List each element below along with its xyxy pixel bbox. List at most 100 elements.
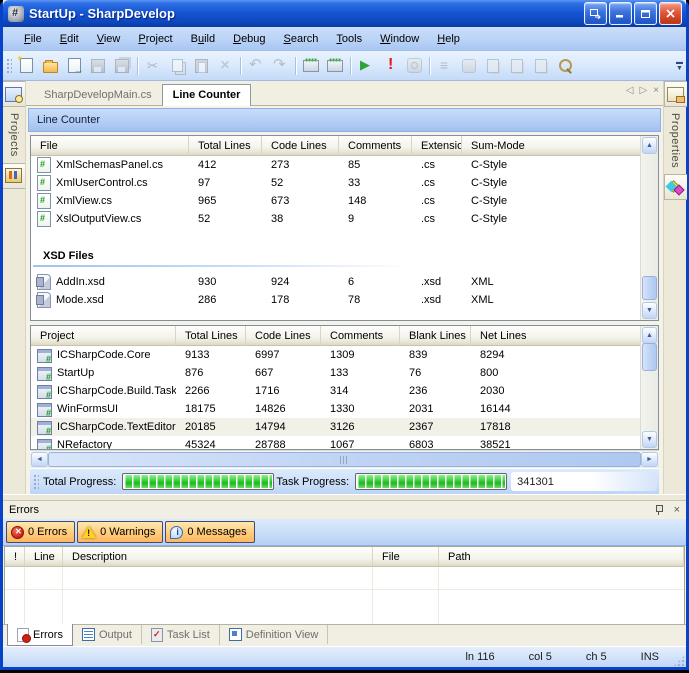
table-row[interactable]: StartUp 876 667 133 76 800 bbox=[31, 364, 641, 382]
bottom-tab[interactable]: Output bbox=[73, 625, 142, 644]
close-button[interactable] bbox=[659, 2, 682, 25]
column-header[interactable]: Code Lines bbox=[246, 326, 321, 346]
classes-pane-tab[interactable] bbox=[664, 174, 687, 200]
scroll-down-icon[interactable]: ▼ bbox=[642, 431, 657, 448]
toolbar-button[interactable] bbox=[402, 54, 426, 77]
toolbar-button[interactable] bbox=[529, 54, 553, 77]
properties-pane-label[interactable]: Properties bbox=[669, 107, 681, 174]
table-row[interactable]: AddIn.xsd 930 924 6 .xsd XML bbox=[31, 273, 641, 291]
tools-pane-tab[interactable] bbox=[3, 163, 26, 189]
column-header[interactable]: Comments bbox=[339, 136, 412, 156]
column-header[interactable]: ! bbox=[5, 547, 25, 567]
toolbar-button[interactable] bbox=[481, 54, 505, 77]
column-header[interactable]: Blank Lines bbox=[400, 326, 471, 346]
column-header[interactable]: Project bbox=[31, 326, 176, 346]
table-row[interactable]: XmlSchemasPanel.cs 412 273 85 .cs C-Styl… bbox=[31, 156, 641, 174]
toolbar-button[interactable] bbox=[378, 54, 402, 77]
scroll-up-icon[interactable]: ▲ bbox=[642, 327, 657, 344]
toolbar-button[interactable] bbox=[505, 54, 529, 77]
column-header[interactable]: File bbox=[373, 547, 439, 567]
column-header[interactable]: Total Lines bbox=[189, 136, 262, 156]
scroll-up-icon[interactable]: ▲ bbox=[642, 137, 657, 154]
column-header[interactable]: Description bbox=[63, 547, 373, 567]
column-header[interactable]: File bbox=[31, 136, 189, 156]
projects-pane-tab[interactable] bbox=[3, 81, 26, 107]
pin-icon[interactable] bbox=[654, 505, 664, 515]
menu-item[interactable]: Build bbox=[182, 30, 224, 48]
scroll-left-icon[interactable]: ◄ bbox=[31, 452, 48, 467]
properties-pane-tab[interactable] bbox=[664, 81, 687, 107]
column-header[interactable]: Comments bbox=[321, 326, 400, 346]
menu-item[interactable]: Edit bbox=[51, 30, 88, 48]
toolbar-button[interactable] bbox=[553, 54, 577, 77]
document-tab[interactable]: Line Counter bbox=[162, 84, 252, 106]
menu-item[interactable]: View bbox=[88, 30, 130, 48]
toolbar-button[interactable] bbox=[323, 54, 347, 77]
file-table-scrollbar[interactable]: ▲ ▼ bbox=[640, 136, 658, 320]
toolbar-overflow-button[interactable]: ▬▼ bbox=[674, 53, 685, 78]
tab-scroll-right-icon[interactable]: ▷ bbox=[639, 85, 647, 96]
panel-close-icon[interactable]: × bbox=[674, 505, 680, 515]
projects-pane-label[interactable]: Projects bbox=[8, 107, 20, 163]
toolbar-button[interactable] bbox=[268, 54, 292, 77]
toolbar-button[interactable] bbox=[189, 54, 213, 77]
column-header[interactable]: Code Lines bbox=[262, 136, 339, 156]
scrollbar-thumb[interactable] bbox=[642, 343, 657, 371]
menu-item[interactable]: Tools bbox=[327, 30, 371, 48]
table-row[interactable]: ICSharpCode.Build.Tasks 2266 1716 314 23… bbox=[31, 382, 641, 400]
scroll-down-icon[interactable]: ▼ bbox=[642, 302, 657, 319]
table-row[interactable]: ICSharpCode.Core 9133 6997 1309 839 8294 bbox=[31, 346, 641, 364]
toolbar-button[interactable] bbox=[141, 54, 165, 77]
table-row[interactable]: NRefactory 45324 28788 1067 6803 38521 bbox=[31, 436, 641, 449]
menu-item[interactable]: Project bbox=[129, 30, 181, 48]
toolbar-button[interactable] bbox=[14, 54, 38, 77]
maximize-button[interactable] bbox=[634, 2, 657, 25]
menu-item[interactable]: Window bbox=[371, 30, 428, 48]
toolbar-button[interactable] bbox=[165, 54, 189, 77]
toolbar-button[interactable] bbox=[86, 54, 110, 77]
table-row[interactable]: XmlView.cs 965 673 148 .cs C-Style bbox=[31, 192, 641, 210]
errors-filter-button[interactable]: 0 Messages bbox=[165, 521, 254, 543]
table-row[interactable]: ICSharpCode.TextEditor 20185 14794 3126 … bbox=[31, 418, 641, 436]
table-row[interactable]: Mode.xsd 286 178 78 .xsd XML bbox=[31, 291, 641, 309]
menu-item[interactable]: Search bbox=[275, 30, 328, 48]
column-header[interactable]: Net Lines bbox=[471, 326, 641, 346]
scroll-right-icon[interactable]: ► bbox=[641, 452, 658, 467]
scrollbar-thumb[interactable] bbox=[48, 452, 641, 467]
bottom-tab[interactable]: Task List bbox=[142, 625, 220, 645]
toolbar-button[interactable] bbox=[433, 54, 457, 77]
bottom-tab[interactable]: Errors bbox=[7, 624, 73, 646]
toolbar-button[interactable] bbox=[38, 54, 62, 77]
scrollbar-thumb[interactable] bbox=[642, 276, 657, 300]
minimize-button[interactable] bbox=[609, 2, 632, 25]
menu-item[interactable]: Help bbox=[428, 30, 469, 48]
column-header[interactable]: Line bbox=[25, 547, 63, 567]
toolbar-button[interactable] bbox=[457, 54, 481, 77]
column-header[interactable]: Total Lines bbox=[176, 326, 246, 346]
menu-item[interactable]: File bbox=[15, 30, 51, 48]
document-tab[interactable]: SharpDevelopMain.cs bbox=[34, 85, 162, 105]
errors-filter-button[interactable]: 0 Warnings bbox=[77, 521, 163, 543]
column-header[interactable]: Extension bbox=[412, 136, 462, 156]
toolbar-button[interactable] bbox=[244, 54, 268, 77]
toolbar-button[interactable] bbox=[62, 54, 86, 77]
toolbar-button[interactable] bbox=[299, 54, 323, 77]
toolbar-button[interactable] bbox=[213, 54, 237, 77]
errors-filter-button[interactable]: 0 Errors bbox=[6, 521, 75, 543]
resize-grip[interactable] bbox=[673, 655, 685, 667]
menu-item[interactable]: Debug bbox=[224, 30, 274, 48]
progress-panel-grip[interactable] bbox=[32, 473, 39, 491]
table-row[interactable]: XmlUserControl.cs 97 52 33 .cs C-Style bbox=[31, 174, 641, 192]
toolbar-grip[interactable] bbox=[5, 57, 12, 75]
tab-scroll-left-icon[interactable]: ◁ bbox=[626, 85, 634, 96]
title-bar[interactable]: StartUp - SharpDevelop bbox=[3, 0, 686, 27]
column-header[interactable]: Path bbox=[439, 547, 684, 567]
toolbar-button[interactable] bbox=[110, 54, 134, 77]
toolbar-button[interactable] bbox=[354, 54, 378, 77]
horizontal-scrollbar[interactable]: ◄ ► bbox=[30, 450, 659, 468]
restore-window-button[interactable] bbox=[584, 2, 607, 25]
bottom-tab[interactable]: Definition View bbox=[220, 625, 329, 644]
project-table-scrollbar[interactable]: ▲ ▼ bbox=[640, 326, 658, 449]
table-row[interactable]: XslOutputView.cs 52 38 9 .cs C-Style bbox=[31, 210, 641, 228]
tab-close-icon[interactable]: × bbox=[653, 85, 659, 96]
